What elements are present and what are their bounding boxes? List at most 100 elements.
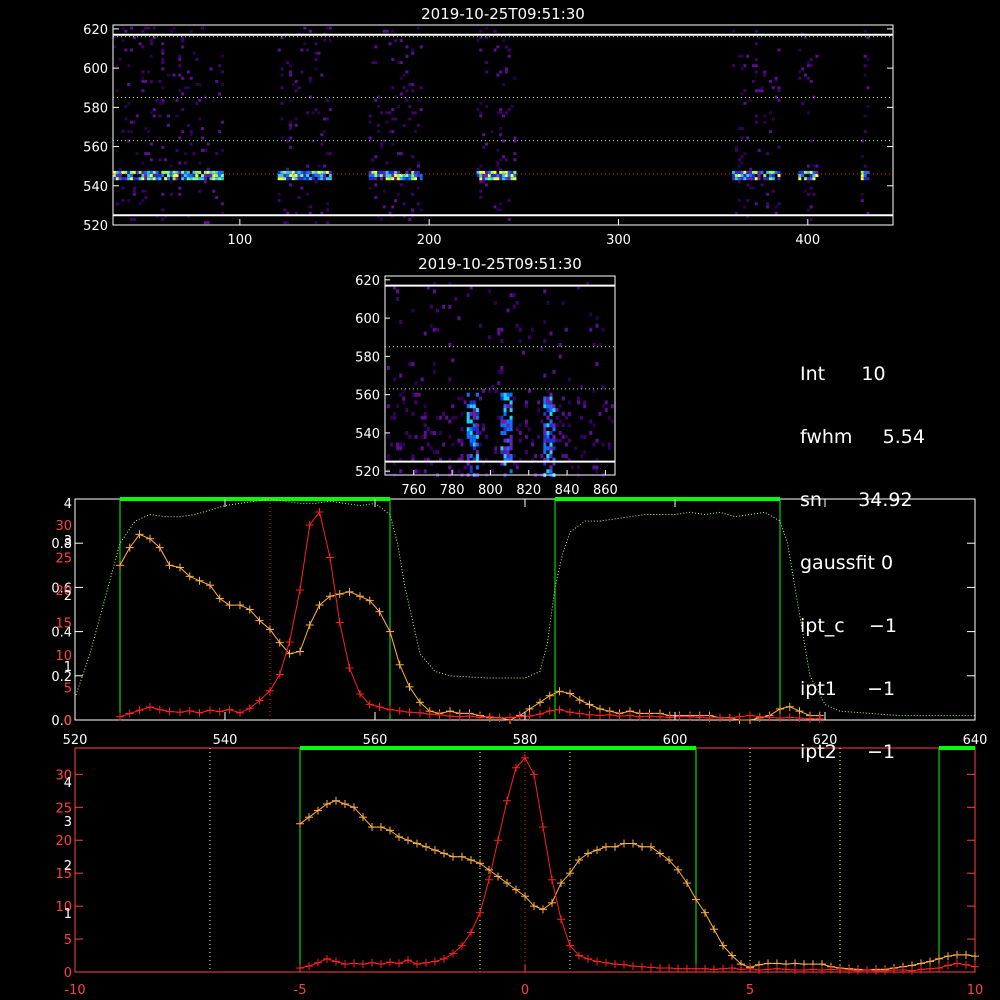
heatmap-cell [752, 170, 755, 174]
heatmap-cell [386, 365, 390, 370]
heatmap-cell [564, 415, 568, 420]
heatmap-cell [135, 170, 139, 174]
heatmap-cell [806, 208, 810, 212]
heatmap-cell [164, 158, 168, 162]
heatmap-cell [405, 177, 409, 181]
heatmap-cell [777, 145, 781, 149]
heatmap-cell [308, 177, 312, 181]
heatmap-cell [592, 442, 596, 447]
heatmap-cell [504, 158, 508, 162]
heatmap-cell [478, 396, 482, 401]
heatmap-cell [405, 89, 409, 93]
heatmap-cell [515, 427, 519, 432]
heatmap-cell [595, 362, 599, 367]
heatmap-cell [589, 419, 593, 424]
heatmap-cell [543, 396, 547, 401]
heatmap-cell [164, 177, 168, 181]
heatmap-cell [306, 48, 310, 52]
heatmap-cell [130, 177, 133, 181]
heatmap-cell [388, 42, 392, 46]
heatmap-cell [203, 170, 207, 174]
heatmap-cell [135, 152, 139, 156]
heatmap-cell [189, 130, 193, 134]
heatmap-cell [806, 111, 810, 115]
info-fwhm-value: 5.54 [882, 426, 925, 448]
x-tick-label: 860 [593, 483, 618, 498]
heatmap-cell [127, 83, 131, 86]
heatmap-cell [215, 196, 219, 199]
heatmap-cell [132, 170, 136, 174]
heatmap-cell [377, 105, 381, 108]
heatmap-cell [397, 152, 400, 156]
heatmap-cell [503, 450, 507, 455]
heatmap-cell [502, 174, 506, 177]
heatmap-cell [540, 454, 544, 458]
heatmap-cell [524, 434, 528, 439]
heatmap-cell [419, 208, 423, 212]
heatmap-cell [169, 170, 173, 174]
heatmap-cell [124, 170, 128, 174]
heatmap-cell [115, 170, 119, 174]
heatmap-cell [472, 438, 476, 443]
heatmap-cell [416, 26, 420, 30]
orange-profile-marks [116, 530, 824, 724]
heatmap-cell [749, 167, 753, 171]
heatmap-cell [385, 29, 389, 33]
heatmap-cell [149, 174, 153, 177]
heatmap-cell [391, 86, 395, 90]
info-ipt1-value: −1 [867, 678, 896, 700]
y-tick-label: 540 [83, 180, 108, 195]
heatmap-cell [388, 130, 392, 134]
heatmap-cell [777, 89, 781, 93]
heatmap-cell [754, 29, 758, 33]
heatmap-cell [509, 454, 513, 458]
heatmap-cell [771, 117, 775, 121]
heatmap-cell [469, 438, 473, 443]
heatmap-cell [496, 208, 500, 212]
heatmap-cell [598, 411, 602, 416]
heatmap-cell [423, 411, 427, 416]
heatmap-cell [161, 217, 165, 221]
heatmap-cell [476, 170, 480, 174]
heatmap-cell [419, 177, 423, 181]
heatmap-cell [754, 70, 758, 74]
heatmap-cell [218, 92, 222, 96]
heatmap-cell [323, 164, 327, 168]
heatmap-cell [509, 434, 513, 439]
heatmap-cell [317, 111, 321, 115]
heatmap-cell [549, 465, 553, 470]
heatmap-cell [147, 70, 151, 74]
heatmap-cell [368, 186, 372, 190]
heatmap-cell [743, 64, 747, 68]
heatmap-cell [766, 177, 770, 181]
heatmap-cell [121, 177, 125, 181]
heatmap-cell [806, 192, 810, 196]
heatmap-cell [317, 51, 321, 55]
heatmap-cell [485, 26, 488, 30]
heatmap-cell [212, 177, 216, 181]
heatmap-cell [592, 423, 596, 428]
heatmap-cell [478, 431, 482, 435]
heatmap-cell [469, 442, 473, 447]
heatmap-cell [181, 170, 185, 174]
heatmap-cell [314, 51, 318, 55]
heatmap-cell [469, 404, 473, 409]
heatmap-cell [382, 170, 386, 174]
heatmap-cell [178, 161, 182, 165]
heatmap-cell [161, 98, 165, 102]
heatmap-cell [507, 108, 511, 112]
heatmap-cell [280, 101, 284, 105]
heatmap-cell [497, 327, 501, 332]
heatmap-cell [475, 431, 479, 435]
heatmap-cell [499, 133, 503, 137]
heatmap-cell [155, 170, 159, 174]
heatmap-cell [328, 177, 332, 181]
heatmap-cell [863, 170, 867, 174]
heatmap-cell [429, 304, 433, 309]
heatmap-cell [391, 117, 395, 121]
heatmap-cell [289, 136, 293, 140]
heatmap-cell [294, 170, 298, 174]
info-int-label: Int [800, 363, 826, 385]
heatmap-cell [604, 400, 608, 405]
heatmap-cell [552, 404, 556, 409]
